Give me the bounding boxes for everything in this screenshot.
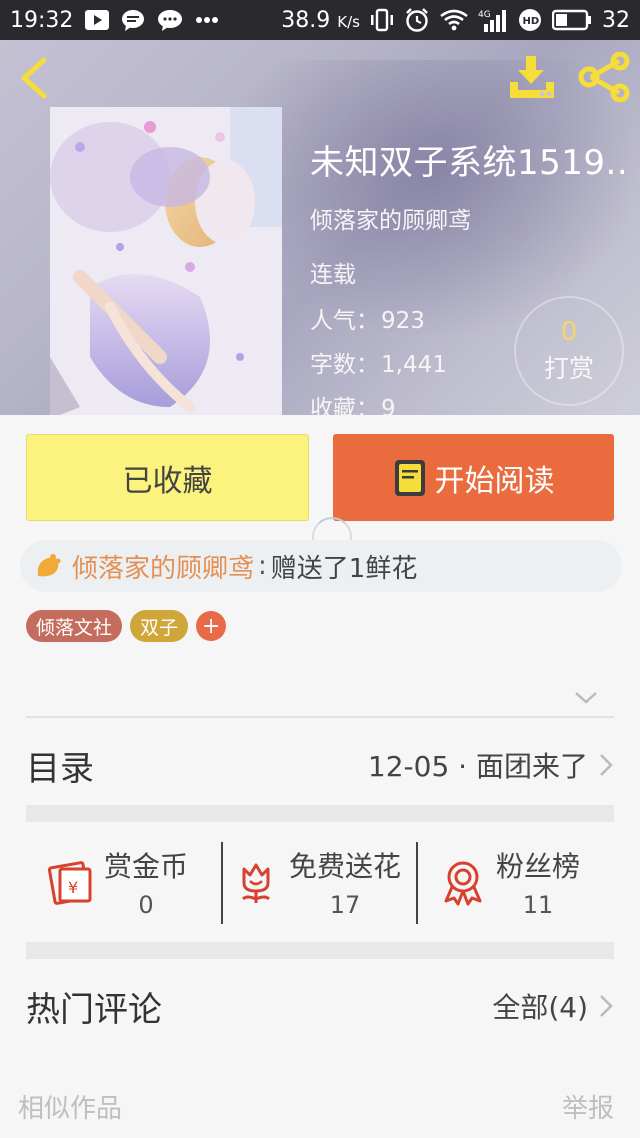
section-gap (26, 805, 614, 822)
chevron-right-icon (598, 752, 614, 778)
medal-icon (438, 857, 488, 907)
catalog-title: 目录 (26, 748, 94, 789)
network-speed: 38.9 K/s (281, 7, 360, 33)
divider (221, 842, 223, 924)
favorites-stat: 收藏：9 (310, 396, 396, 415)
free-flower-value: 17 (329, 891, 361, 919)
word-count-stat: 字数：1,441 (310, 352, 447, 378)
back-button[interactable] (16, 56, 52, 100)
reward-label: 打赏 (543, 354, 594, 383)
hot-comments-row[interactable]: 热门评论 全部(4) (26, 970, 614, 1042)
chevron-down-icon[interactable] (574, 690, 598, 706)
all-comments-link[interactable]: 全部(4) (492, 986, 588, 1026)
flower-notice-icon (34, 552, 62, 580)
flower-icon (231, 857, 281, 907)
book-status: 连载 (310, 262, 356, 288)
wechat-icon (157, 9, 183, 31)
battery-icon (552, 9, 592, 31)
alarm-icon (404, 7, 430, 33)
status-bar: 19:32 38.9 K/s 4G HD 32 (0, 0, 640, 40)
share-button[interactable] (578, 51, 632, 103)
svg-text:4G: 4G (478, 10, 491, 20)
svg-text:HD: HD (523, 16, 540, 27)
divider (26, 716, 614, 718)
book-info: 未知双子系统1519.. 倾落家的顾卿鸢 连载 人气：923 字数：1,441 … (310, 135, 630, 415)
section-gap (26, 942, 614, 959)
book-author[interactable]: 倾落家的顾卿鸢 (310, 201, 471, 235)
popularity-stat: 人气：923 (310, 308, 425, 334)
notice-text: 赠送了1鲜花 (270, 553, 418, 584)
fan-ranking-cell[interactable]: 粉丝榜 11 (438, 822, 580, 942)
collected-button[interactable]: 已收藏 (26, 434, 309, 521)
catalog-row[interactable]: 目录 12-05 · 面团来了 (26, 725, 614, 805)
tag-item[interactable]: 双子 (130, 610, 189, 642)
free-flower-cell[interactable]: 免费送花 17 (231, 822, 401, 942)
report-link[interactable]: 举报 (562, 1088, 614, 1125)
notice-username[interactable]: 倾落家的顾卿鸢 (72, 548, 254, 585)
svg-text:¥: ¥ (68, 878, 78, 897)
signal-4g-icon: 4G (478, 8, 508, 32)
tag-list: 倾落文社 双子 + (26, 610, 227, 642)
stats-row: ¥ 赏金币 0 免费送花 17 粉丝榜 11 (26, 822, 614, 942)
coin-reward-cell[interactable]: ¥ 赏金币 0 (46, 822, 188, 942)
divider (416, 842, 418, 924)
download-icon (510, 56, 554, 98)
video-play-icon (85, 10, 110, 30)
fan-ranking-label: 粉丝榜 (496, 850, 581, 883)
wifi-icon (440, 9, 468, 31)
similar-works-label[interactable]: 相似作品 (18, 1088, 122, 1125)
hd-icon: HD (518, 8, 542, 32)
chevron-right-icon (598, 993, 614, 1019)
battery-percent: 32 (602, 7, 630, 33)
book-icon (393, 458, 427, 498)
more-dots-icon (195, 16, 219, 24)
book-title: 未知双子系统1519.. (310, 143, 629, 183)
share-icon (578, 51, 630, 103)
coin-reward-label: 赏金币 (104, 850, 189, 883)
latest-chapter: 12-05 · 面团来了 (367, 750, 588, 783)
start-reading-button[interactable]: 开始阅读 (333, 434, 614, 521)
book-cover-image[interactable] (50, 107, 282, 415)
vibrate-icon (370, 8, 394, 32)
free-flower-label: 免费送花 (289, 850, 402, 883)
add-tag-button[interactable]: + (196, 611, 227, 641)
download-button[interactable] (506, 54, 560, 102)
tag-item[interactable]: 倾落文社 (26, 610, 123, 642)
book-header: 未知双子系统1519.. 倾落家的顾卿鸢 连载 人气：923 字数：1,441 … (0, 40, 640, 415)
flower-gift-notice[interactable]: 倾落家的顾卿鸢 : 赠送了1鲜花 (20, 540, 622, 592)
red-envelope-icon: ¥ (46, 857, 96, 907)
start-reading-label: 开始阅读 (434, 463, 555, 499)
status-time: 19:32 (10, 7, 74, 33)
fan-ranking-value: 11 (522, 891, 554, 919)
coin-reward-value: 0 (138, 891, 154, 919)
hot-comments-title: 热门评论 (26, 989, 162, 1030)
reward-count: 0 (560, 317, 578, 347)
message-bubble-icon (121, 9, 145, 31)
back-arrow-icon (21, 57, 47, 99)
notice-separator: : (258, 551, 267, 581)
reward-button[interactable]: 0 打赏 (514, 296, 624, 406)
